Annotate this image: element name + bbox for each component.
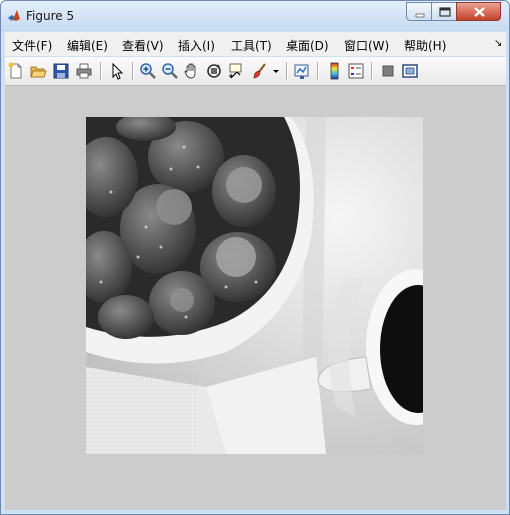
pan-hand-icon xyxy=(184,63,196,79)
link-plot-icon xyxy=(294,64,309,79)
toolbar-separator xyxy=(317,62,318,80)
new-figure-icon xyxy=(8,62,22,79)
dock-arrow-icon[interactable]: ↘ xyxy=(494,38,502,49)
minimize-button[interactable] xyxy=(406,2,432,21)
toolbar-separator xyxy=(132,62,133,80)
legend-icon xyxy=(348,63,364,79)
menu-help[interactable]: 帮助(H) xyxy=(404,37,446,54)
hide-plot-tools-button[interactable] xyxy=(379,62,397,80)
brush-icon xyxy=(253,63,266,79)
menu-window[interactable]: 窗口(W) xyxy=(344,37,389,54)
data-cursor-icon xyxy=(229,63,242,79)
colorbar-icon xyxy=(330,62,339,80)
minimize-icon xyxy=(415,13,425,18)
menu-edit[interactable]: 编辑(E) xyxy=(67,37,108,54)
pan-button[interactable] xyxy=(183,62,201,80)
zoom-in-button[interactable] xyxy=(139,62,157,80)
figure-window: Figure 5 文件(F) 编辑(E) 查看(V) 插入(I) 工具(T) 桌… xyxy=(0,0,510,515)
maximize-button[interactable] xyxy=(431,2,457,21)
zoom-out-button[interactable] xyxy=(161,62,179,80)
figure-canvas[interactable] xyxy=(5,86,506,510)
menu-desktop[interactable]: 桌面(D) xyxy=(286,37,329,54)
link-plot-button[interactable] xyxy=(293,62,311,80)
brush-dropdown[interactable] xyxy=(271,62,281,80)
image-axes[interactable] xyxy=(86,117,423,454)
menu-bar: 文件(F) 编辑(E) 查看(V) 插入(I) 工具(T) 桌面(D) 窗口(W… xyxy=(5,32,506,56)
title-bar[interactable]: Figure 5 xyxy=(1,1,509,31)
close-icon xyxy=(474,7,485,17)
colorbar-button[interactable] xyxy=(325,62,343,80)
save-button[interactable] xyxy=(52,62,70,80)
matlab-logo-icon xyxy=(8,10,20,21)
zoom-out-icon xyxy=(162,63,178,79)
edit-plot-arrow-icon xyxy=(112,62,124,80)
new-figure-button[interactable] xyxy=(7,62,25,80)
print-icon xyxy=(76,63,92,79)
zoom-in-icon xyxy=(140,63,156,79)
edit-plot-button[interactable] xyxy=(108,62,126,80)
rotate-3d-button[interactable] xyxy=(205,62,223,80)
show-plot-tools-button[interactable] xyxy=(401,62,419,80)
toolbar-separator xyxy=(100,62,101,80)
save-icon xyxy=(53,63,69,79)
open-file-button[interactable] xyxy=(29,62,47,80)
menu-file[interactable]: 文件(F) xyxy=(12,37,52,54)
menu-view[interactable]: 查看(V) xyxy=(122,37,164,54)
legend-button[interactable] xyxy=(347,62,365,80)
menu-insert[interactable]: 插入(I) xyxy=(178,37,215,54)
window-title: Figure 5 xyxy=(26,9,75,23)
grayscale-photo-strawberries-coffee xyxy=(86,117,423,454)
figure-toolbar xyxy=(5,57,506,86)
print-button[interactable] xyxy=(75,62,93,80)
rotate-3d-icon xyxy=(207,64,221,78)
close-button[interactable] xyxy=(456,2,501,21)
menu-tools[interactable]: 工具(T) xyxy=(231,37,272,54)
chevron-down-icon xyxy=(273,70,279,73)
data-cursor-button[interactable] xyxy=(227,62,245,80)
open-file-icon xyxy=(30,66,47,78)
brush-button[interactable] xyxy=(251,62,269,80)
toolbar-separator xyxy=(286,62,287,80)
maximize-icon xyxy=(439,7,451,17)
hide-plot-tools-icon xyxy=(382,65,394,77)
show-plot-tools-icon xyxy=(402,64,418,78)
toolbar-separator xyxy=(371,62,372,80)
